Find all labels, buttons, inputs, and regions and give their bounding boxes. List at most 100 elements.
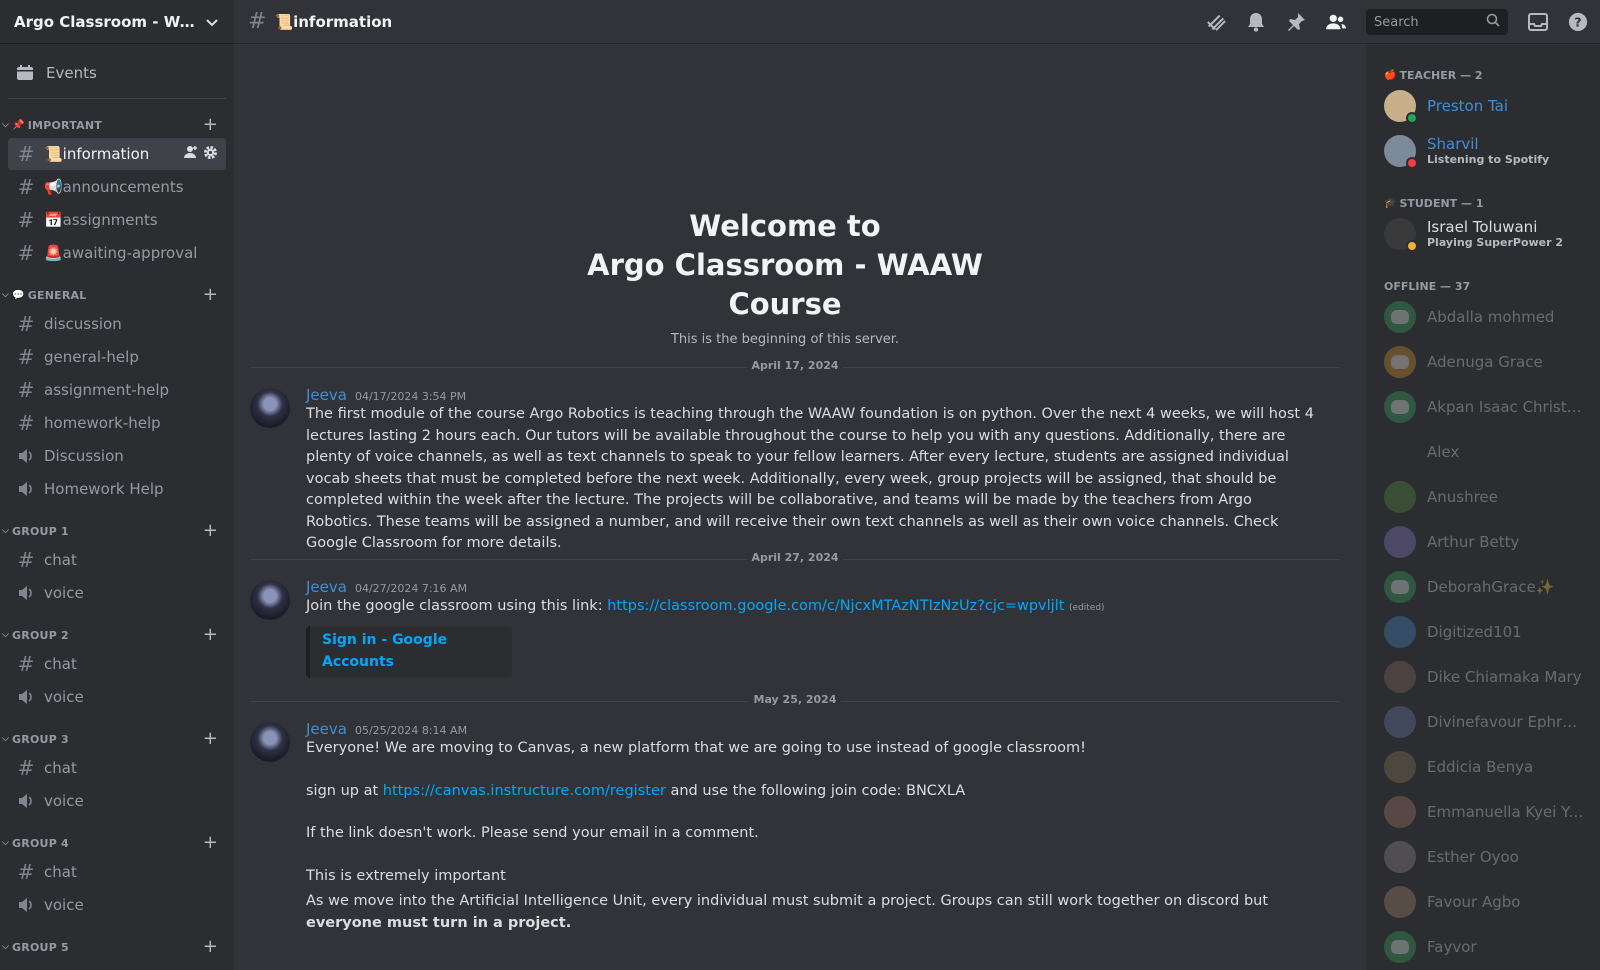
add-member-icon[interactable]: [184, 145, 198, 164]
sidebar-item-voice[interactable]: voice: [8, 577, 226, 609]
members-icon[interactable]: [1326, 12, 1346, 32]
member-item[interactable]: Arthur Betty: [1384, 519, 1600, 564]
member-item[interactable]: Anushree: [1384, 474, 1600, 519]
sidebar-item-chat[interactable]: # chat: [8, 752, 226, 784]
avatar: [1384, 89, 1418, 124]
date-label: April 27, 2024: [747, 551, 843, 564]
server-header[interactable]: Argo Classroom - WAAW Course: [0, 0, 234, 44]
member-item[interactable]: Adenuga Grace: [1384, 339, 1600, 384]
avatar: [1384, 300, 1416, 333]
member-item[interactable]: Dike Chiamaka Mary: [1384, 654, 1600, 699]
category-general[interactable]: ⌵ 💬 GENERAL +: [0, 283, 234, 307]
sidebar-item-chat[interactable]: # chat: [8, 648, 226, 680]
sidebar-item-voice[interactable]: voice: [8, 889, 226, 921]
member-item[interactable]: Sharvil Listening to Spotify: [1384, 128, 1600, 173]
sidebar-item-voice[interactable]: voice: [8, 785, 226, 817]
sidebar-item-general-help[interactable]: # general-help: [8, 341, 226, 373]
member-item[interactable]: Akpan Isaac Christop...: [1384, 384, 1600, 429]
member-name: Digitized101: [1427, 622, 1522, 641]
add-channel-icon[interactable]: +: [203, 626, 218, 644]
sidebar-item-assignment-help[interactable]: # assignment-help: [8, 374, 226, 406]
avatar: [1384, 840, 1416, 873]
hash-icon: #: [17, 345, 35, 369]
add-channel-icon[interactable]: +: [203, 938, 218, 956]
member-item[interactable]: Esther Oyoo: [1384, 834, 1600, 879]
pin-icon[interactable]: [1286, 12, 1306, 32]
avatar[interactable]: [250, 722, 290, 762]
add-channel-icon[interactable]: +: [203, 730, 218, 748]
sidebar-item-voice[interactable]: voice: [8, 681, 226, 713]
author-name[interactable]: Jeeva: [306, 578, 347, 596]
member-item[interactable]: Israel Toluwani Playing SuperPower 2: [1384, 211, 1600, 256]
message-content: Everyone! We are moving to Canvas, a new…: [306, 738, 1320, 934]
member-activity: Listening to Spotify: [1427, 153, 1550, 166]
threads-icon[interactable]: [1206, 12, 1226, 32]
member-item[interactable]: Fayvor: [1384, 924, 1600, 969]
add-channel-icon[interactable]: +: [203, 116, 218, 134]
sidebar-item-discussion[interactable]: # discussion: [8, 308, 226, 340]
author-name[interactable]: Jeeva: [306, 720, 347, 738]
category-important[interactable]: ⌵ 📌 IMPORTANT +: [0, 113, 234, 137]
bell-icon[interactable]: [1246, 12, 1266, 32]
sidebar-item-discussion[interactable]: Discussion: [8, 440, 226, 472]
line-text: As we move into the Artificial Intellige…: [306, 893, 1269, 909]
channel-label: 📅assignments: [44, 211, 158, 229]
category-group-2[interactable]: ⌵ GROUP 2 +: [0, 623, 234, 647]
member-item[interactable]: DeborahGrace✨: [1384, 564, 1600, 609]
events-item[interactable]: Events: [8, 56, 226, 90]
add-channel-icon[interactable]: +: [203, 286, 218, 304]
status-indicator: [1406, 111, 1418, 124]
member-item[interactable]: Emmanuella Kyei Yeb...: [1384, 789, 1600, 834]
search-box[interactable]: [1366, 9, 1508, 35]
help-icon[interactable]: ?: [1568, 12, 1588, 32]
hash-icon: #: [17, 756, 35, 780]
member-item[interactable]: Favour Agbo: [1384, 879, 1600, 924]
sidebar-item-assignments[interactable]: # 📅assignments: [8, 204, 226, 236]
canvas-link[interactable]: https://canvas.instructure.com/register: [383, 783, 666, 799]
member-item[interactable]: Digitized101: [1384, 609, 1600, 654]
member-name: Akpan Isaac Christop...: [1427, 397, 1585, 416]
sidebar-item-information[interactable]: # 📜information: [8, 138, 226, 170]
member-item[interactable]: Divinefavour Ephraim: [1384, 699, 1600, 744]
channel-label: chat: [44, 863, 77, 881]
graduation-cap-icon: 🎓: [1384, 197, 1397, 209]
category-group-3[interactable]: ⌵ GROUP 3 +: [0, 727, 234, 751]
gear-icon[interactable]: [203, 145, 218, 164]
avatar[interactable]: [250, 580, 290, 620]
member-info: Dike Chiamaka Mary: [1427, 668, 1585, 686]
author-name[interactable]: Jeeva: [306, 386, 347, 404]
avatar: [1384, 885, 1416, 918]
link-embed[interactable]: Sign in - Google Accounts: [306, 625, 512, 678]
member-item[interactable]: Alex: [1384, 429, 1600, 474]
sidebar-item-awaiting-approval[interactable]: # 🚨awaiting-approval: [8, 237, 226, 269]
inbox-icon[interactable]: [1528, 12, 1548, 32]
category-label: IMPORTANT: [27, 118, 102, 132]
category-label: GENERAL: [27, 288, 87, 302]
search-input[interactable]: [1374, 14, 1474, 30]
sidebar-item-chat[interactable]: # chat: [8, 544, 226, 576]
member-item[interactable]: Abdalla mohmed: [1384, 294, 1600, 339]
apple-icon: 🍎: [1384, 69, 1397, 81]
sidebar-item-announcements[interactable]: # 📢announcements: [8, 171, 226, 203]
sidebar-item-homework-help[interactable]: # homework-help: [8, 407, 226, 439]
category-group-1[interactable]: ⌵ GROUP 1 +: [0, 519, 234, 543]
category-group-5[interactable]: ⌵ GROUP 5 +: [0, 935, 234, 959]
member-item[interactable]: Preston Tai: [1384, 83, 1600, 128]
member-name: Divinefavour Ephraim: [1427, 712, 1585, 731]
sidebar-item-chat[interactable]: # chat: [8, 856, 226, 888]
teacher-list: Preston Tai Sharvil Listening to Spotify: [1384, 83, 1600, 173]
add-channel-icon[interactable]: +: [203, 522, 218, 540]
message-line: Everyone! We are moving to Canvas, a new…: [306, 740, 1086, 756]
sidebar-item-homeworkhelp[interactable]: Homework Help: [8, 473, 226, 505]
welcome-line-3: Course: [728, 287, 842, 321]
chevron-down-icon: ⌵: [2, 630, 10, 640]
classroom-link[interactable]: https://classroom.google.com/c/NjcxMTAzN…: [607, 598, 1064, 614]
member-info: Preston Tai: [1427, 97, 1585, 115]
timestamp: 04/27/2024 7:16 AM: [354, 582, 468, 595]
embed-title[interactable]: Sign in - Google Accounts: [322, 630, 512, 673]
add-channel-icon[interactable]: +: [203, 834, 218, 852]
member-info: Adenuga Grace: [1427, 353, 1585, 371]
avatar[interactable]: [250, 388, 290, 428]
member-item[interactable]: Eddicia Benya: [1384, 744, 1600, 789]
category-group-4[interactable]: ⌵ GROUP 4 +: [0, 831, 234, 855]
